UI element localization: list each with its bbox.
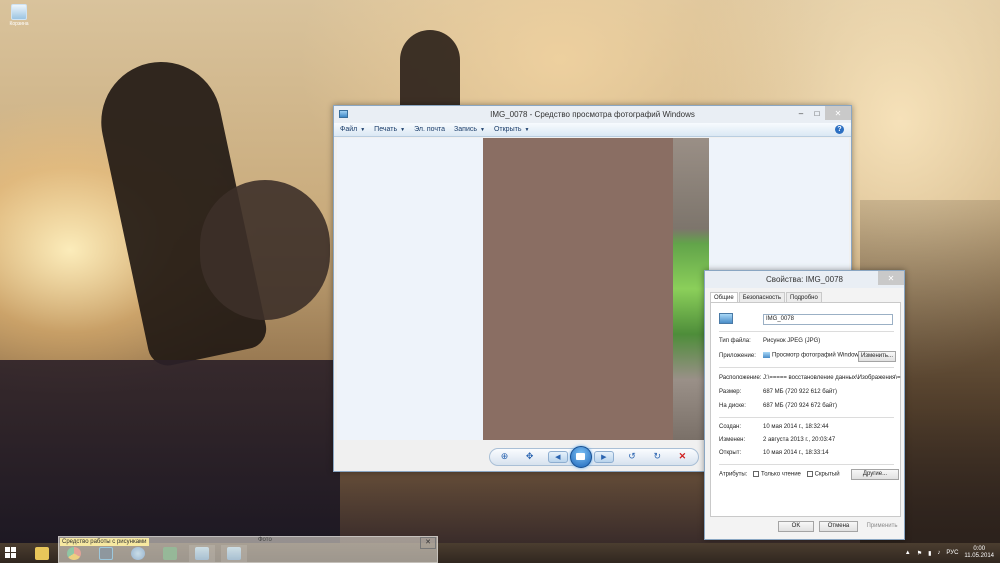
readonly-checkbox[interactable] (753, 471, 760, 477)
apply-button[interactable]: Применить (862, 521, 902, 532)
chevron-down-icon: ▼ (400, 126, 406, 133)
thumbnail-close-button[interactable]: ✕ (420, 537, 436, 549)
help-icon[interactable]: ? (835, 125, 844, 134)
menu-email[interactable]: Эл. почта (414, 126, 445, 133)
menu-burn[interactable]: Запись ▼ (454, 126, 485, 133)
action-center-icon[interactable]: ⚑ (917, 550, 922, 557)
delete-icon[interactable]: ✕ (675, 451, 689, 462)
ok-button[interactable]: OK (778, 521, 814, 532)
divider (719, 367, 894, 368)
photo-viewer-icon (339, 110, 348, 118)
maximize-button[interactable]: □ (809, 106, 825, 120)
show-hidden-icons-icon[interactable]: ▲ (905, 550, 911, 556)
accessed-row: Открыт: 10 мая 2014 г., 18:33:14 (719, 450, 829, 456)
clock-time: 0:00 (973, 546, 986, 552)
controls-bar: ⊕ ✥ ◀ ▶ ↺ ↻ ✕ (488, 445, 699, 468)
menu-file[interactable]: Файл ▼ (340, 126, 365, 133)
navigation-group: ◀ ▶ (547, 445, 614, 468)
file-name-field[interactable]: IMG_0078 (763, 314, 893, 325)
rotate-clockwise-icon[interactable]: ↻ (650, 451, 664, 462)
taskbar-tooltip: Средство работы с рисунками (60, 538, 149, 546)
menu-open[interactable]: Открыть ▼ (494, 126, 529, 133)
general-tab-panel: IMG_0078 Тип файла: Рисунок JPEG (JPG) Пр… (710, 302, 901, 517)
zoom-icon[interactable]: ⊕ (498, 451, 512, 462)
application-row: Приложение: Просмотр фотографий Windows (719, 352, 862, 359)
chevron-down-icon: ▼ (360, 126, 366, 133)
viewer-menubar: Файл ▼ Печать ▼ Эл. почта Запись ▼ Открыть ▼… (334, 123, 851, 137)
recycle-bin-icon (11, 4, 27, 20)
divider (719, 331, 894, 332)
file-type-row: Тип файла: Рисунок JPEG (JPG) (719, 338, 821, 344)
viewer-title: IMG_0078 - Средство просмотра фотографий… (490, 110, 695, 119)
windows-logo-icon (5, 547, 10, 552)
taskbar-explorer[interactable] (29, 545, 55, 562)
recycle-bin-label: Корзина (9, 21, 29, 27)
change-app-button[interactable]: Изменить... (858, 351, 896, 362)
next-button[interactable]: ▶ (593, 450, 614, 463)
wallpaper-shape (0, 360, 340, 543)
close-button[interactable]: ✕ (825, 106, 851, 120)
wallpaper-shape (400, 30, 460, 110)
size-row: Размер: 687 МБ (720 922 612 байт) (719, 389, 838, 395)
attributes-row: Атрибуты: Только чтение Скрытый (719, 471, 840, 478)
clock[interactable]: 0:00 11.05.2014 (964, 546, 994, 560)
system-tray: ▲ ⚑ ▮ ♪ РУС 0:00 11.05.2014 (905, 543, 1000, 563)
properties-close-button[interactable]: ✕ (878, 271, 904, 285)
language-indicator[interactable]: РУС (946, 550, 958, 556)
folder-icon (35, 547, 49, 560)
properties-dialog: Свойства: IMG_0078 ✕ Общие Безопасность … (704, 270, 905, 540)
volume-icon[interactable]: ♪ (937, 550, 940, 556)
start-button[interactable] (5, 547, 17, 559)
viewer-titlebar[interactable]: IMG_0078 - Средство просмотра фотографий… (334, 106, 851, 123)
actual-size-icon[interactable]: ✥ (523, 451, 537, 462)
location-row: Расположение: J:\===== восстановление дан… (719, 375, 901, 381)
divider (719, 417, 894, 418)
menu-print[interactable]: Печать ▼ (374, 126, 405, 133)
rotate-counterclockwise-icon[interactable]: ↺ (625, 451, 639, 462)
created-row: Создан: 10 мая 2014 г., 18:32:44 (719, 424, 829, 430)
slideshow-button[interactable] (569, 445, 592, 468)
network-icon[interactable]: ▮ (928, 550, 931, 557)
thumbnail-title: Фото (258, 537, 272, 543)
desktop-icon-recycle-bin[interactable]: Корзина (6, 4, 32, 27)
wallpaper-shape (200, 180, 330, 320)
minimize-button[interactable]: – (793, 106, 809, 120)
chevron-down-icon: ▼ (480, 126, 485, 133)
hidden-checkbox[interactable] (806, 471, 813, 477)
photo-viewer-icon (763, 352, 770, 358)
clock-date: 11.05.2014 (964, 553, 994, 559)
modified-row: Изменен: 2 августа 2013 г., 20:03:47 (719, 437, 836, 443)
advanced-attributes-button[interactable]: Другие... (851, 469, 899, 480)
previous-button[interactable]: ◀ (547, 450, 568, 463)
properties-titlebar[interactable]: Свойства: IMG_0078 ✕ (705, 271, 904, 288)
windows-logo-part (11, 547, 16, 552)
image-file-icon (719, 313, 733, 324)
properties-title: Свойства: IMG_0078 (766, 275, 843, 284)
chevron-down-icon: ▼ (524, 126, 530, 133)
cancel-button[interactable]: Отмена (819, 521, 858, 532)
windows-logo-part (5, 553, 10, 558)
displayed-photo (483, 138, 709, 440)
divider (719, 464, 894, 465)
windows-logo-part (11, 553, 16, 558)
size-on-disk-row: На диске: 687 МБ (720 924 672 байт) (719, 403, 838, 409)
